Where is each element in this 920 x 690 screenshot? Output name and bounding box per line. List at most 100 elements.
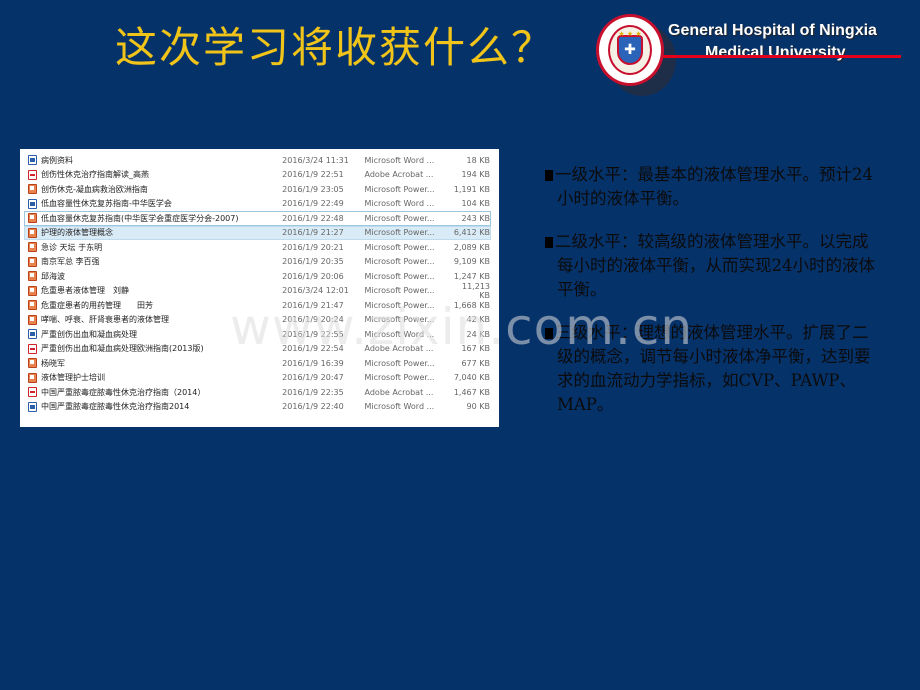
powerpoint-file-icon	[28, 213, 37, 224]
emblem-inner: ★ ★ ★ ✚	[608, 25, 652, 75]
word-file-icon	[28, 155, 37, 166]
file-name: 低血容量性休克复苏指南-中华医学会	[41, 199, 172, 209]
file-size: 24 KB	[466, 329, 490, 339]
file-name: 危重症患者的用药管理 田芳	[41, 300, 153, 310]
file-type: Microsoft Word ...	[364, 155, 435, 165]
file-name: 创伤性休克治疗指南解读_高燕	[41, 170, 149, 180]
file-size: 167 KB	[461, 344, 490, 354]
file-type: Microsoft Word ...	[364, 199, 435, 209]
file-row[interactable]: 急诊 天坛 于东明 2016/1/9 20:21 Microsoft Power..…	[24, 240, 491, 255]
file-name: 低血容量休克复苏指南(中华医学会重症医学分会-2007)	[41, 213, 239, 223]
file-row[interactable]: 危重症患者的用药管理 田芳 2016/1/9 21:47 Microsoft Pow…	[24, 298, 491, 313]
file-size: 1,467 KB	[453, 387, 490, 397]
file-name: 杨晓军	[41, 358, 65, 368]
file-type: Microsoft Power...	[364, 228, 435, 238]
file-date: 2016/1/9 20:47	[282, 373, 344, 383]
file-size: 42 KB	[466, 315, 490, 325]
file-type: Microsoft Word ...	[364, 402, 435, 412]
powerpoint-file-icon	[28, 314, 37, 325]
file-type: Microsoft Power...	[364, 257, 435, 267]
file-row[interactable]: 护理的液体管理概念 2016/1/9 21:27 Microsoft Power..…	[24, 225, 491, 240]
pdf-file-icon	[28, 169, 37, 180]
file-name: 危重患者液体管理 刘静	[41, 286, 129, 296]
powerpoint-file-icon	[28, 227, 37, 238]
file-name: 护理的液体管理概念	[41, 228, 113, 238]
shield-icon: ✚	[617, 35, 643, 65]
file-row[interactable]: 南京军总 李百强 2016/1/9 20:35 Microsoft Power...…	[24, 255, 491, 270]
file-date: 2016/3/24 11:31	[282, 155, 349, 165]
file-row[interactable]: 哮喘、呼衰、肝肾衰患者的液体管理 2016/1/9 20:24 Microsoft …	[24, 313, 491, 328]
star-icon: ★ ★ ★	[618, 30, 642, 38]
file-size: 7,040 KB	[453, 373, 490, 383]
bullet-item: 一级水平：最基本的液体管理水平。预计24小时的液体平衡。	[545, 163, 880, 211]
bullet-text: 一级水平：最基本的液体管理水平。预计24小时的液体平衡。	[555, 165, 873, 208]
file-date: 2016/1/9 20:35	[282, 257, 344, 267]
file-size: 677 KB	[461, 358, 490, 368]
file-type: Adobe Acrobat ...	[364, 387, 434, 397]
file-size: 243 KB	[461, 213, 490, 223]
file-date: 2016/3/24 12:01	[282, 286, 349, 296]
file-row[interactable]: 杨晓军 2016/1/9 16:39 Microsoft Power... 677 K…	[24, 356, 491, 371]
file-name: 邱海波	[41, 271, 65, 281]
powerpoint-file-icon	[28, 300, 37, 311]
file-date: 2016/1/9 22:48	[282, 213, 344, 223]
file-name: 中国严重脓毒症脓毒性休克治疗指南（2014）	[41, 387, 206, 397]
file-name: 严重创伤出血和凝血病处理	[41, 329, 137, 339]
file-date: 2016/1/9 16:39	[282, 358, 344, 368]
file-size: 6,412 KB	[453, 228, 490, 238]
file-name: 急诊 天坛 于东明	[41, 242, 103, 252]
powerpoint-file-icon	[28, 242, 37, 253]
file-type: Adobe Acrobat ...	[364, 344, 434, 354]
pdf-file-icon	[28, 387, 37, 398]
file-row[interactable]: 中国严重脓毒症脓毒性休克治疗指南（2014） 2016/1/9 22:35 Adob…	[24, 385, 491, 400]
slide-title: 这次学习将收获什么？	[115, 23, 556, 72]
file-type: Microsoft Power...	[364, 358, 435, 368]
file-type: Microsoft Power...	[364, 184, 435, 194]
file-name: 病例资料	[41, 155, 73, 165]
file-size: 1,668 KB	[453, 300, 490, 310]
square-bullet-icon	[545, 237, 553, 248]
hospital-emblem-icon: ★ ★ ★ ✚	[596, 14, 664, 86]
word-file-icon	[28, 329, 37, 340]
file-size: 2,089 KB	[453, 242, 490, 252]
file-row[interactable]: 严重创伤出血和凝血病处理 2016/1/9 22:55 Microsoft Word…	[24, 327, 491, 342]
file-size: 9,109 KB	[453, 257, 490, 267]
file-date: 2016/1/9 22:49	[282, 199, 344, 209]
file-name: 创伤休克-凝血病救治欧洲指南	[41, 184, 148, 194]
file-row[interactable]: 危重患者液体管理 刘静 2016/3/24 12:01 Microsoft Powe…	[24, 282, 491, 300]
file-row[interactable]: 低血容量休克复苏指南(中华医学会重症医学分会-2007) 2016/1/9 22:…	[24, 211, 491, 226]
powerpoint-file-icon	[28, 358, 37, 369]
file-name: 哮喘、呼衰、肝肾衰患者的液体管理	[41, 315, 169, 325]
file-size: 90 KB	[466, 402, 490, 412]
file-type: Microsoft Power...	[364, 271, 435, 281]
file-type: Microsoft Power...	[364, 315, 435, 325]
file-row[interactable]: 创伤性休克治疗指南解读_高燕 2016/1/9 22:51 Adobe Acroba…	[24, 168, 491, 183]
word-file-icon	[28, 401, 37, 412]
file-type: Adobe Acrobat ...	[364, 170, 434, 180]
file-name: 中国严重脓毒症脓毒性休克治疗指南2014	[41, 402, 190, 412]
hospital-name-line2: Medical University	[705, 44, 846, 61]
file-row[interactable]: 病例资料 2016/3/24 11:31 Microsoft Word ... 18 …	[24, 153, 491, 168]
file-row[interactable]: 严重创伤出血和凝血病处理欧洲指南(2013版) 2016/1/9 22:54 Ado…	[24, 342, 491, 357]
bullet-text: 三级水平：理想的液体管理水平。扩展了二级的概念，调节每小时液体净平衡，达到要求的…	[555, 323, 871, 414]
file-row[interactable]: 邱海波 2016/1/9 20:06 Microsoft Power... 1,247…	[24, 269, 491, 284]
file-type: Microsoft Power...	[364, 300, 435, 310]
file-date: 2016/1/9 22:35	[282, 387, 344, 397]
accent-line	[663, 55, 901, 58]
file-row[interactable]: 中国严重脓毒症脓毒性休克治疗指南2014 2016/1/9 22:40 Micros…	[24, 400, 491, 415]
bullet-text: 二级水平：较高级的液体管理水平。以完成每小时的液体平衡，从而实现24小时的液体平…	[555, 232, 875, 299]
hospital-name-line1: General Hospital of Ningxia	[668, 22, 877, 39]
file-list-screenshot: 病例资料 2016/3/24 11:31 Microsoft Word ... 18 …	[20, 149, 499, 427]
file-name: 南京军总 李百强	[41, 257, 100, 267]
file-date: 2016/1/9 21:47	[282, 300, 344, 310]
file-name: 液体管理护士培训	[41, 373, 105, 383]
file-row[interactable]: 低血容量性休克复苏指南-中华医学会 2016/1/9 22:49 Microsoft…	[24, 197, 491, 212]
powerpoint-file-icon	[28, 285, 37, 296]
file-date: 2016/1/9 22:51	[282, 170, 344, 180]
file-size: 18 KB	[466, 155, 490, 165]
file-row[interactable]: 创伤休克-凝血病救治欧洲指南 2016/1/9 23:05 Microsoft Po…	[24, 182, 491, 197]
file-date: 2016/1/9 20:06	[282, 271, 344, 281]
file-size: 104 KB	[461, 199, 490, 209]
pdf-file-icon	[28, 343, 37, 354]
file-row[interactable]: 液体管理护士培训 2016/1/9 20:47 Microsoft Power...…	[24, 371, 491, 386]
